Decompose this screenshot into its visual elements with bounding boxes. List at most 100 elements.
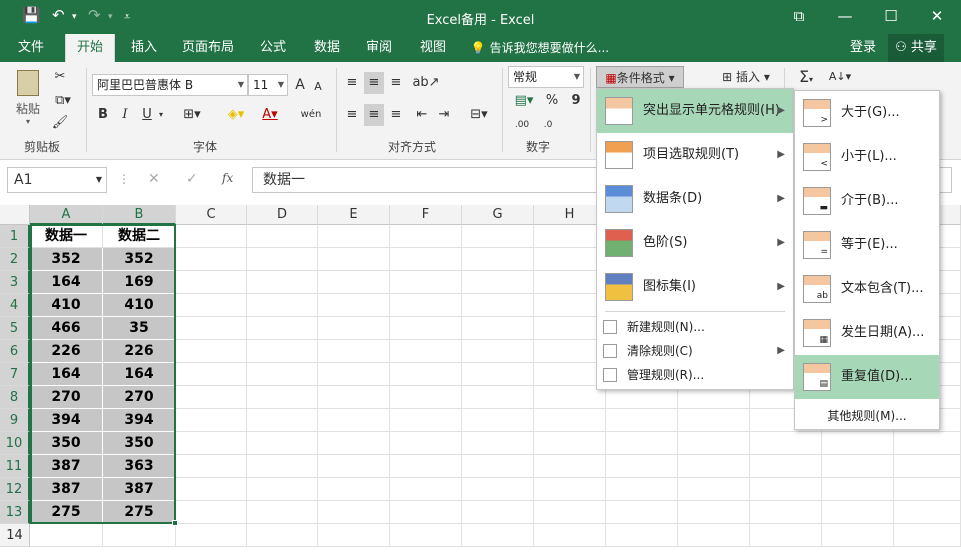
name-box[interactable]: A1 ▼ xyxy=(7,167,107,193)
table-cell[interactable] xyxy=(390,317,462,340)
table-cell[interactable]: 226 xyxy=(103,340,176,363)
table-cell[interactable] xyxy=(894,455,961,478)
borders-icon[interactable]: ⊞▾ xyxy=(180,104,204,126)
table-cell[interactable] xyxy=(750,432,822,455)
table-cell[interactable] xyxy=(247,478,318,501)
undo-dropdown-icon[interactable]: ▾ xyxy=(72,12,77,22)
decrease-indent-icon[interactable]: ⇤ xyxy=(412,104,432,126)
cancel-icon[interactable]: ✕ xyxy=(148,171,160,187)
table-cell[interactable] xyxy=(894,478,961,501)
table-cell[interactable] xyxy=(176,524,247,547)
tab-insert[interactable]: 插入 xyxy=(122,34,166,62)
table-cell[interactable] xyxy=(390,455,462,478)
table-cell[interactable] xyxy=(750,501,822,524)
table-cell[interactable] xyxy=(318,271,390,294)
menu-item-icon-sets[interactable]: 图标集(I) ▶ xyxy=(597,265,793,309)
submenu-item-more-rules[interactable]: 其他规则(M)... xyxy=(795,403,939,429)
table-cell[interactable] xyxy=(176,386,247,409)
table-cell[interactable] xyxy=(894,432,961,455)
table-cell[interactable]: 387 xyxy=(30,455,103,478)
menu-item-top-bottom-rules[interactable]: 项目选取规则(T) ▶ xyxy=(597,133,793,177)
table-cell[interactable] xyxy=(822,478,894,501)
table-cell[interactable] xyxy=(462,432,534,455)
table-cell[interactable]: 164 xyxy=(103,363,176,386)
phonetic-icon[interactable]: wén xyxy=(300,104,322,126)
copy-icon[interactable]: ⧉▾ xyxy=(50,90,76,112)
table-cell[interactable] xyxy=(390,294,462,317)
fill-color-icon[interactable]: ◈▾ xyxy=(224,104,248,126)
table-cell[interactable] xyxy=(462,501,534,524)
row-header[interactable]: 4 xyxy=(0,294,30,317)
table-cell[interactable] xyxy=(247,524,318,547)
table-cell[interactable] xyxy=(318,317,390,340)
menu-item-manage-rules[interactable]: 管理规则(R)... xyxy=(597,363,793,387)
table-cell[interactable] xyxy=(176,340,247,363)
table-cell[interactable] xyxy=(462,317,534,340)
conditional-formatting-button[interactable]: ▦条件格式 ▾ xyxy=(596,66,684,88)
menu-item-data-bars[interactable]: 数据条(D) ▶ xyxy=(597,177,793,221)
row-header[interactable]: 7 xyxy=(0,363,30,386)
table-cell[interactable] xyxy=(176,225,247,248)
table-cell[interactable] xyxy=(30,524,103,547)
table-cell[interactable]: 35 xyxy=(103,317,176,340)
format-painter-icon[interactable]: 🖌 xyxy=(50,112,70,134)
ribbon-display-options-icon[interactable]: ⧉ xyxy=(784,4,814,28)
table-cell[interactable] xyxy=(247,248,318,271)
table-cell[interactable] xyxy=(390,363,462,386)
row-header[interactable]: 10 xyxy=(0,432,30,455)
table-cell[interactable] xyxy=(534,455,606,478)
shrink-font-button[interactable]: A xyxy=(310,76,326,98)
table-cell[interactable] xyxy=(750,524,822,547)
table-cell[interactable]: 410 xyxy=(30,294,103,317)
table-cell[interactable] xyxy=(606,409,678,432)
table-cell[interactable] xyxy=(176,501,247,524)
table-cell[interactable] xyxy=(822,501,894,524)
table-cell[interactable] xyxy=(462,386,534,409)
maximize-button[interactable]: ☐ xyxy=(876,4,906,28)
table-cell[interactable] xyxy=(894,524,961,547)
table-cell[interactable] xyxy=(176,409,247,432)
menu-item-new-rule[interactable]: 新建规则(N)... xyxy=(597,315,793,339)
decrease-decimal-button[interactable]: .0 xyxy=(536,114,560,136)
table-cell[interactable] xyxy=(176,248,247,271)
share-button[interactable]: ⚇ 共享 xyxy=(888,34,944,62)
table-cell[interactable] xyxy=(247,317,318,340)
table-cell[interactable] xyxy=(534,409,606,432)
table-cell[interactable] xyxy=(462,478,534,501)
table-cell[interactable] xyxy=(390,386,462,409)
align-top-icon[interactable]: ≡ xyxy=(342,72,362,94)
table-cell[interactable] xyxy=(822,524,894,547)
table-cell[interactable] xyxy=(247,409,318,432)
tab-home[interactable]: 开始 xyxy=(65,34,115,62)
table-cell[interactable] xyxy=(103,524,176,547)
column-header[interactable]: A xyxy=(30,205,103,225)
table-cell[interactable]: 352 xyxy=(103,248,176,271)
table-cell[interactable]: 270 xyxy=(30,386,103,409)
sign-in-link[interactable]: 登录 xyxy=(842,34,884,62)
menu-item-clear-rules[interactable]: 清除规则(C) ▶ xyxy=(597,339,793,363)
table-cell[interactable] xyxy=(247,340,318,363)
table-cell[interactable]: 410 xyxy=(103,294,176,317)
tab-view[interactable]: 视图 xyxy=(412,34,454,62)
table-cell[interactable] xyxy=(534,524,606,547)
undo-icon[interactable]: ↶ xyxy=(52,6,65,24)
underline-button[interactable]: U xyxy=(138,104,156,126)
table-cell[interactable]: 363 xyxy=(103,455,176,478)
table-cell[interactable] xyxy=(462,271,534,294)
increase-decimal-button[interactable]: .00 xyxy=(510,114,534,136)
font-size-dropdown[interactable]: 11 ▼ xyxy=(248,74,288,96)
close-button[interactable]: ✕ xyxy=(922,4,952,28)
table-cell[interactable] xyxy=(390,478,462,501)
table-cell[interactable] xyxy=(318,340,390,363)
row-header[interactable]: 1 xyxy=(0,225,30,248)
minimize-button[interactable]: — xyxy=(830,4,860,28)
table-cell[interactable] xyxy=(318,501,390,524)
row-header[interactable]: 2 xyxy=(0,248,30,271)
table-cell[interactable]: 数据一 xyxy=(30,225,103,248)
italic-button[interactable]: I xyxy=(116,104,134,126)
table-cell[interactable] xyxy=(176,317,247,340)
table-cell[interactable] xyxy=(318,432,390,455)
column-header[interactable]: E xyxy=(318,205,390,225)
row-header[interactable]: 6 xyxy=(0,340,30,363)
table-cell[interactable]: 275 xyxy=(103,501,176,524)
